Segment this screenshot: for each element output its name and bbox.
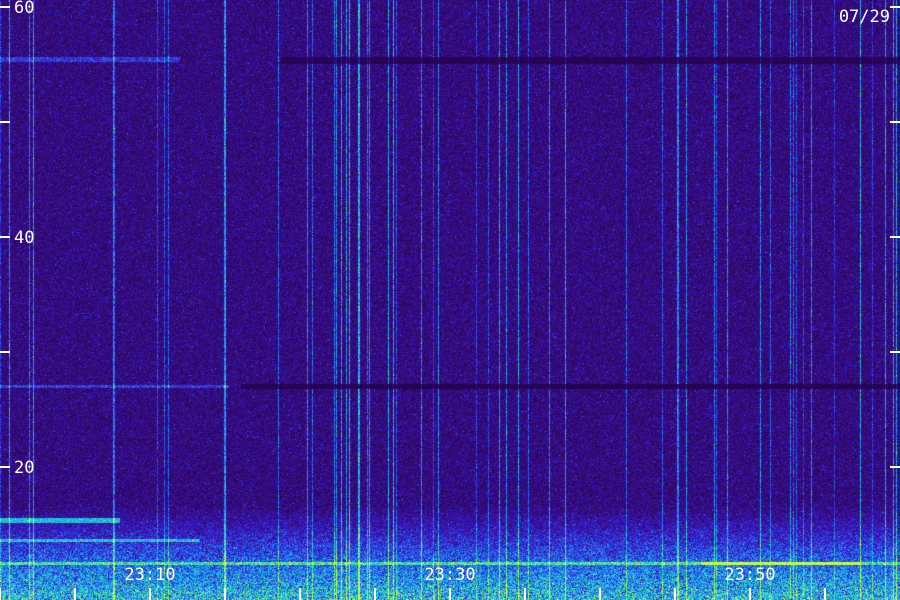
y-tick-label: 20: [14, 458, 34, 478]
date-label: 07/29: [839, 7, 890, 27]
x-tick-label: 23:30: [424, 565, 475, 585]
y-tick-label: 40: [14, 228, 34, 248]
x-tick-label: 23:50: [724, 565, 775, 585]
spectrogram-heatmap: [0, 0, 900, 600]
spectrogram-chart: 60 40 20 23:10 23:30 23:50 07/29: [0, 0, 900, 600]
x-tick-label: 23:10: [124, 565, 175, 585]
y-tick-label: 60: [14, 0, 34, 18]
